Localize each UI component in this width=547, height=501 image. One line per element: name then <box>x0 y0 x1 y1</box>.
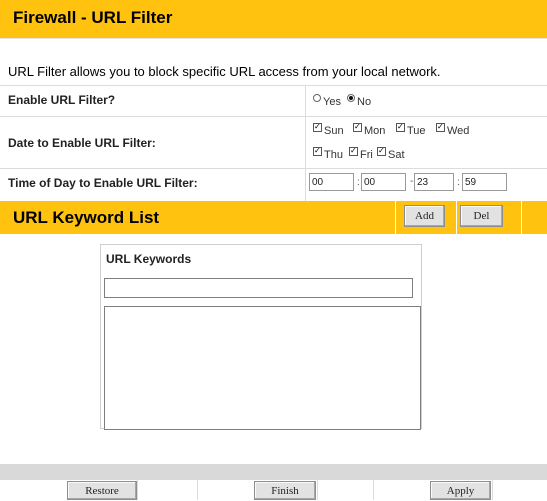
enable-no-label: No <box>357 96 372 108</box>
day-tue[interactable]: Tue <box>396 123 426 137</box>
footer-divider <box>137 480 138 500</box>
end-minute-field[interactable]: 59 <box>462 173 507 191</box>
footer-divider <box>317 480 318 500</box>
column-divider <box>305 86 306 202</box>
day-thu-label: Thu <box>324 149 343 161</box>
date-enable-label: Date to Enable URL Filter: <box>8 136 156 150</box>
day-sun-checkbox[interactable] <box>313 123 322 132</box>
time-separator: - <box>410 176 414 187</box>
del-button[interactable]: Del <box>460 205 503 227</box>
day-tue-checkbox[interactable] <box>396 123 405 132</box>
day-mon-checkbox[interactable] <box>353 123 362 132</box>
day-sat-checkbox[interactable] <box>377 147 386 156</box>
day-fri-checkbox[interactable] <box>349 147 358 156</box>
day-tue-label: Tue <box>407 125 426 137</box>
enable-yes-option[interactable]: Yes <box>313 94 341 108</box>
footer-divider <box>373 480 374 500</box>
day-thu-checkbox[interactable] <box>313 147 322 156</box>
bar-divider <box>521 201 522 234</box>
divider <box>0 85 547 86</box>
restore-button[interactable]: Restore <box>67 481 137 500</box>
enable-yes-label: Yes <box>323 96 341 108</box>
day-wed-checkbox[interactable] <box>436 123 445 132</box>
page-title: Firewall - URL Filter <box>13 8 173 27</box>
end-hour-field[interactable]: 23 <box>414 173 454 191</box>
keyword-column-header: URL Keywords <box>106 252 192 266</box>
time-separator: : <box>457 177 460 188</box>
enable-no-radio[interactable] <box>347 94 355 102</box>
keyword-list[interactable] <box>104 306 421 430</box>
footer-divider <box>197 480 198 500</box>
bar-divider <box>395 201 396 234</box>
day-wed[interactable]: Wed <box>436 123 470 137</box>
time-separator: : <box>357 177 360 188</box>
day-sat[interactable]: Sat <box>377 147 405 161</box>
day-mon-label: Mon <box>364 125 386 137</box>
footer-band <box>0 464 547 480</box>
day-thu[interactable]: Thu <box>313 147 343 161</box>
footer-divider <box>492 480 493 500</box>
day-sat-label: Sat <box>388 149 405 161</box>
time-enable-label: Time of Day to Enable URL Filter: <box>8 176 198 190</box>
enable-no-option[interactable]: No <box>347 94 372 108</box>
keyword-list-title: URL Keyword List <box>13 208 160 227</box>
page-header: Firewall - URL Filter <box>0 0 547 39</box>
apply-button[interactable]: Apply <box>430 481 491 500</box>
start-minute-field[interactable]: 00 <box>361 173 406 191</box>
day-fri-label: Fri <box>360 149 373 161</box>
add-button[interactable]: Add <box>404 205 445 227</box>
finish-button[interactable]: Finish <box>254 481 316 500</box>
bar-divider <box>456 201 457 234</box>
page-description: URL Filter allows you to block specific … <box>8 64 441 79</box>
divider <box>0 116 547 117</box>
day-sun[interactable]: Sun <box>313 123 344 137</box>
keyword-input[interactable] <box>104 278 413 298</box>
enable-url-filter-label: Enable URL Filter? <box>8 93 116 107</box>
divider <box>0 168 547 169</box>
day-sun-label: Sun <box>324 125 344 137</box>
enable-yes-radio[interactable] <box>313 94 321 102</box>
keyword-panel: URL Keywords <box>100 244 422 430</box>
day-fri[interactable]: Fri <box>349 147 373 161</box>
start-hour-field[interactable]: 00 <box>309 173 354 191</box>
day-wed-label: Wed <box>447 125 470 137</box>
day-mon[interactable]: Mon <box>353 123 386 137</box>
